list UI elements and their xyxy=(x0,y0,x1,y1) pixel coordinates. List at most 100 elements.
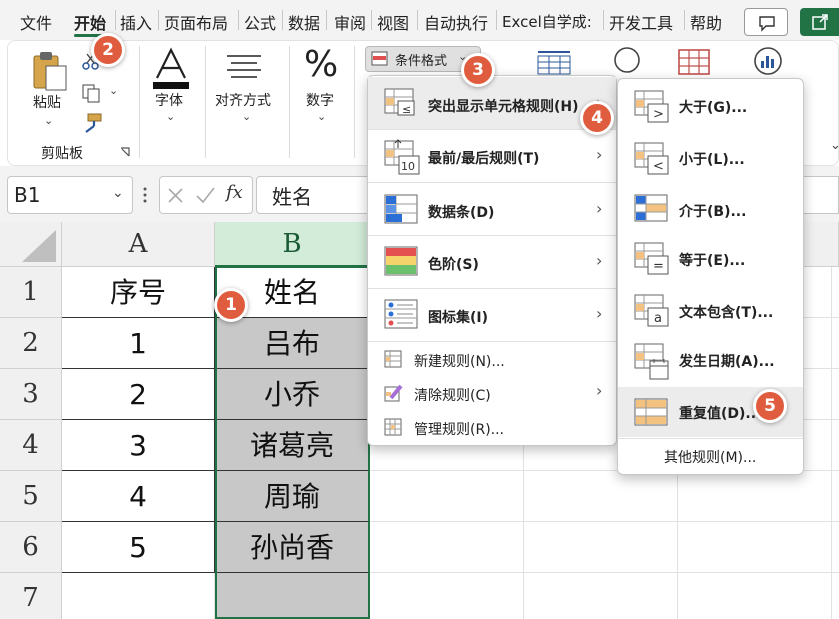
analyze-data-icon[interactable] xyxy=(748,46,788,78)
conditional-formatting-icon xyxy=(371,51,388,66)
formula-value: 姓名 xyxy=(272,185,312,209)
tab-home[interactable]: 开始 xyxy=(74,10,106,34)
chevron-down-icon[interactable]: ⌄ xyxy=(317,110,326,123)
tab-developer[interactable]: 开发工具 xyxy=(609,10,673,34)
paste-icon[interactable] xyxy=(30,50,70,92)
format-painter-icon[interactable] xyxy=(80,112,104,134)
more-rules-label: 其他规则(M)... xyxy=(664,450,757,466)
column-header-b[interactable]: B xyxy=(215,222,370,267)
chevron-down-icon[interactable]: ⌄ xyxy=(112,185,124,201)
insert-function-icon[interactable]: fx xyxy=(226,182,243,203)
menu-item-icon-sets[interactable]: 图标集(I) › xyxy=(368,289,616,341)
tab-data[interactable]: 数据 xyxy=(288,10,320,34)
svg-text:<: < xyxy=(653,159,664,174)
row-header-5[interactable]: 5 xyxy=(0,471,62,522)
cell-b6[interactable]: 孙尚香 xyxy=(215,522,370,573)
select-all-triangle-icon xyxy=(22,230,56,262)
cell-b3[interactable]: 小乔 xyxy=(215,369,370,420)
dialog-launcher-icon[interactable] xyxy=(119,146,131,158)
cell-a1[interactable]: 序号 xyxy=(62,267,215,318)
table-icon[interactable] xyxy=(677,48,713,76)
menu-item-manage-rules[interactable]: 管理规则(R)... xyxy=(368,410,616,444)
conditional-formatting-label[interactable]: 条件格式 xyxy=(395,50,447,69)
font-icon[interactable] xyxy=(148,46,194,90)
font-label[interactable]: 字体 xyxy=(155,90,183,110)
row-header-4[interactable]: 4 xyxy=(0,420,62,471)
ribbon-expand-chevron-icon[interactable]: ⌄ xyxy=(830,138,839,153)
shapes-icon[interactable] xyxy=(611,46,645,76)
number-label[interactable]: 数字 xyxy=(306,90,334,110)
tab-view[interactable]: 视图 xyxy=(377,10,409,34)
tab-separator xyxy=(158,10,159,30)
select-all-button[interactable] xyxy=(0,222,62,267)
comment-icon xyxy=(759,16,775,32)
cell-a5[interactable]: 4 xyxy=(62,471,215,522)
cell-b2[interactable]: 吕布 xyxy=(215,318,370,369)
percent-icon[interactable]: % xyxy=(304,44,338,85)
submenu-arrow-icon: › xyxy=(596,381,603,400)
equal-to-icon: = xyxy=(634,242,669,275)
tab-separator xyxy=(326,10,327,30)
submenu-arrow-icon: › xyxy=(596,199,603,218)
comments-button[interactable] xyxy=(744,8,788,36)
submenu-item-between[interactable]: 介于(B)... xyxy=(618,183,803,233)
tab-help[interactable]: 帮助 xyxy=(690,10,722,34)
submenu-item-equal-to[interactable]: = 等于(E)... xyxy=(618,233,803,283)
column-header-a[interactable]: A xyxy=(62,222,215,267)
more-options-icon[interactable] xyxy=(141,186,149,204)
row-header-7[interactable]: 7 xyxy=(0,573,62,619)
menu-item-highlight-cell-rules[interactable]: ≤ 突出显示单元格规则(H) › xyxy=(368,77,616,129)
row-header-1[interactable]: 1 xyxy=(0,267,62,318)
menu-item-top-bottom-rules[interactable]: 10 最前/最后规则(T) › xyxy=(368,130,616,182)
cell-b4[interactable]: 诸葛亮 xyxy=(215,420,370,471)
copy-icon[interactable] xyxy=(80,82,104,104)
row-header-2[interactable]: 2 xyxy=(0,318,62,369)
enter-check-icon[interactable] xyxy=(195,186,217,204)
cancel-icon[interactable] xyxy=(166,186,186,204)
tab-review[interactable]: 审阅 xyxy=(334,10,366,34)
cell-a4[interactable]: 3 xyxy=(62,420,215,471)
clear-rules-icon xyxy=(384,384,403,402)
menu-item-new-rule[interactable]: 新建规则(N)... xyxy=(368,342,616,376)
cell-a6[interactable]: 5 xyxy=(62,522,215,573)
cell-b7[interactable] xyxy=(215,573,370,619)
row-header-3[interactable]: 3 xyxy=(0,369,62,420)
cell-a7[interactable] xyxy=(62,573,215,619)
chevron-down-icon[interactable]: ⌄ xyxy=(109,84,118,97)
insert-cells-icon[interactable] xyxy=(535,50,575,76)
cell-a3[interactable]: 2 xyxy=(62,369,215,420)
alignment-icon[interactable] xyxy=(223,52,265,82)
alignment-label[interactable]: 对齐方式 xyxy=(215,90,271,110)
tab-formulas[interactable]: 公式 xyxy=(244,10,276,34)
step-badge-5: 5 xyxy=(753,389,787,423)
tab-file[interactable]: 文件 xyxy=(20,10,52,34)
less-than-icon: < xyxy=(634,142,669,175)
row-header-6[interactable]: 6 xyxy=(0,522,62,573)
chevron-down-icon[interactable]: ⌄ xyxy=(44,114,53,127)
submenu-item-text-contains[interactable]: a 文本包含(T)... xyxy=(618,285,803,335)
submenu-item-more-rules[interactable]: 其他规则(M)... xyxy=(618,439,803,473)
tab-automate[interactable]: 自动执行 xyxy=(424,10,488,34)
menu-item-color-scales[interactable]: 色阶(S) › xyxy=(368,236,616,288)
paste-label[interactable]: 粘贴 xyxy=(33,92,61,112)
chevron-down-icon[interactable]: ⌄ xyxy=(166,110,175,123)
submenu-item-less-than[interactable]: < 小于(L)... xyxy=(618,133,803,183)
menu-item-clear-rules[interactable]: 清除规则(C) › xyxy=(368,376,616,410)
step-badge-4: 4 xyxy=(580,101,614,135)
submenu-item-date-occurring[interactable]: 发生日期(A)... xyxy=(618,335,803,385)
top-bottom-rules-label: 最前/最后规则(T) xyxy=(428,151,540,167)
cell-a2[interactable]: 1 xyxy=(62,318,215,369)
tab-separator xyxy=(282,10,283,30)
menu-item-data-bars[interactable]: 数据条(D) › xyxy=(368,183,616,235)
share-button[interactable] xyxy=(800,8,839,36)
tab-insert[interactable]: 插入 xyxy=(120,10,152,34)
icon-sets-icon xyxy=(384,299,418,329)
cell-b5[interactable]: 周瑜 xyxy=(215,471,370,522)
equal-to-label: 等于(E)... xyxy=(679,253,746,269)
tab-page-layout[interactable]: 页面布局 xyxy=(164,10,228,34)
submenu-item-greater-than[interactable]: > 大于(G)... xyxy=(618,81,803,131)
data-bars-icon xyxy=(384,194,418,224)
submenu-arrow-icon: › xyxy=(596,251,603,270)
chevron-down-icon[interactable]: ⌄ xyxy=(242,110,251,123)
tab-excel-self-study[interactable]: Excel自学成: xyxy=(502,11,592,32)
